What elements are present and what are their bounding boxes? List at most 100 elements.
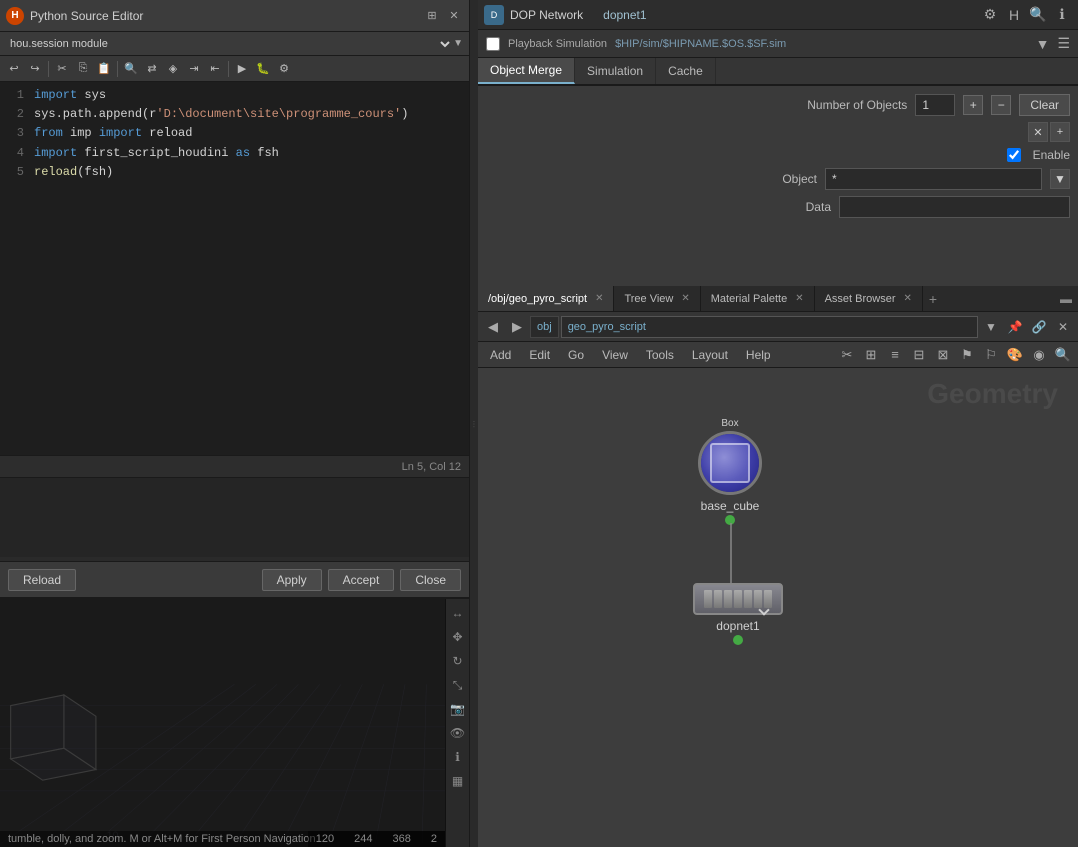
- reload-button[interactable]: Reload: [8, 569, 76, 591]
- enable-checkbox[interactable]: [1007, 148, 1021, 162]
- net-path-dropdown-btn[interactable]: ▼: [980, 316, 1002, 338]
- vp-view-btn[interactable]: 👁: [448, 723, 468, 743]
- net-tab-geo-pyro-close[interactable]: ✕: [595, 293, 603, 304]
- panel-resize-handle[interactable]: ···: [470, 0, 478, 847]
- undo-btn[interactable]: ↩: [4, 59, 24, 79]
- menu-layout[interactable]: Layout: [684, 342, 736, 367]
- net-layout1-icon[interactable]: ⊟: [908, 344, 930, 366]
- net-edit-icon[interactable]: ✂: [836, 344, 858, 366]
- star-btns-row: ✕ +: [486, 122, 1070, 142]
- dop-settings-icon[interactable]: ⚙: [980, 5, 1000, 25]
- net-tab-asset-browser[interactable]: Asset Browser ✕: [815, 286, 923, 311]
- playback-checkbox[interactable]: [486, 37, 500, 51]
- net-flag2-icon[interactable]: ⚐: [980, 344, 1002, 366]
- dop-search-icon[interactable]: 🔍: [1028, 5, 1048, 25]
- node-circle-base-cube[interactable]: [698, 431, 762, 495]
- close-button[interactable]: Close: [400, 569, 461, 591]
- copy-btn[interactable]: ⎘: [73, 59, 93, 79]
- indent-btn[interactable]: ⇥: [184, 59, 204, 79]
- star-btn-add[interactable]: +: [1050, 122, 1070, 142]
- net-palette-icon[interactable]: ◉: [1028, 344, 1050, 366]
- net-zoom-icon[interactable]: 🔍: [1052, 344, 1074, 366]
- settings-btn[interactable]: ⚙: [274, 59, 294, 79]
- menu-edit[interactable]: Edit: [521, 342, 558, 367]
- code-editor[interactable]: 1 import sys 2 sys.path.append(r'D:\docu…: [0, 82, 469, 455]
- cut-btn[interactable]: ✂: [52, 59, 72, 79]
- num-objects-minus-btn[interactable]: −: [991, 95, 1011, 115]
- net-tab-menu-btn[interactable]: ▬: [1054, 290, 1078, 308]
- dop-help-icon[interactable]: H: [1004, 5, 1024, 25]
- vp-info-btn[interactable]: ℹ: [448, 747, 468, 767]
- editor-detach-btn[interactable]: ⊞: [423, 7, 441, 25]
- outdent-btn[interactable]: ⇤: [205, 59, 225, 79]
- menu-help[interactable]: Help: [738, 342, 779, 367]
- module-selector-dropdown[interactable]: hou.session module: [6, 37, 453, 51]
- net-color-icon[interactable]: 🎨: [1004, 344, 1026, 366]
- net-tab-tree-view[interactable]: Tree View ✕: [614, 286, 700, 311]
- object-dropdown-btn[interactable]: ▼: [1050, 169, 1070, 189]
- net-tab-geo-pyro[interactable]: /obj/geo_pyro_script ✕: [478, 286, 614, 311]
- net-tab-material-close[interactable]: ✕: [795, 293, 803, 304]
- vp-camera-btn[interactable]: 📷: [448, 699, 468, 719]
- net-tab-material-palette[interactable]: Material Palette ✕: [701, 286, 815, 311]
- network-path-input[interactable]: [561, 316, 978, 338]
- vp-rotate-btn[interactable]: ↻: [448, 651, 468, 671]
- net-layout2-icon[interactable]: ⊠: [932, 344, 954, 366]
- net-path-obj-btn[interactable]: obj: [530, 316, 559, 338]
- menu-add[interactable]: Add: [482, 342, 519, 367]
- houdini-icon: H: [6, 7, 24, 25]
- apply-button[interactable]: Apply: [262, 569, 322, 591]
- paste-btn[interactable]: 📋: [94, 59, 114, 79]
- menu-go[interactable]: Go: [560, 342, 592, 367]
- viewport-tools: ↔ ✥ ↻ ⤡ 📷 👁 ℹ ▦: [445, 599, 469, 847]
- viewport-status-text: tumble, dolly, and zoom. M or Alt+M for …: [8, 833, 319, 845]
- tab-simulation[interactable]: Simulation: [575, 58, 656, 84]
- star-btn-remove[interactable]: ✕: [1028, 122, 1048, 142]
- node-dopnet1[interactable]: dopnet1: [693, 583, 783, 645]
- 3d-viewport[interactable]: 10 ↔ ✥ ↻ ⤡ 📷 👁 ℹ ▦ tumble, dolly, and zo…: [0, 599, 469, 847]
- net-nav-back-btn[interactable]: ◀: [482, 316, 504, 338]
- net-pin-btn[interactable]: 📌: [1004, 316, 1026, 338]
- debug-btn[interactable]: 🐛: [253, 59, 273, 79]
- tab-object-merge[interactable]: Object Merge: [478, 58, 575, 84]
- node-base-cube[interactable]: Box base_cube: [698, 418, 762, 525]
- net-flag1-icon[interactable]: ⚑: [956, 344, 978, 366]
- code-statusbar: Ln 5, Col 12: [0, 455, 469, 477]
- vp-scale-btn[interactable]: ⤡: [448, 675, 468, 695]
- net-list-icon[interactable]: ≡: [884, 344, 906, 366]
- code-line-5: 5 reload(fsh): [4, 163, 465, 182]
- net-tab-tree-close[interactable]: ✕: [681, 293, 689, 304]
- menu-tools[interactable]: Tools: [638, 342, 682, 367]
- editor-close-btn[interactable]: ✕: [445, 7, 463, 25]
- find-btn[interactable]: 🔍: [121, 59, 141, 79]
- node-label-base-cube: base_cube: [701, 499, 760, 513]
- menu-view[interactable]: View: [594, 342, 636, 367]
- node-box-dopnet1[interactable]: [693, 583, 783, 615]
- playback-menu-icon[interactable]: ☰: [1057, 35, 1070, 52]
- data-input[interactable]: [839, 196, 1070, 218]
- net-nav-forward-btn[interactable]: ▶: [506, 316, 528, 338]
- tab-cache[interactable]: Cache: [656, 58, 716, 84]
- num-objects-plus-btn[interactable]: +: [963, 95, 983, 115]
- object-input[interactable]: [825, 168, 1042, 190]
- net-sync-btn[interactable]: 🔗: [1028, 316, 1050, 338]
- playback-dropdown-icon[interactable]: ▼: [1036, 36, 1050, 52]
- dop-info-icon[interactable]: ℹ: [1052, 5, 1072, 25]
- editor-buttons-bar: Reload Apply Accept Close: [0, 561, 469, 597]
- accept-button[interactable]: Accept: [328, 569, 395, 591]
- redo-btn[interactable]: ↪: [25, 59, 45, 79]
- network-canvas[interactable]: Geometry Box base_cube: [478, 368, 1078, 847]
- find-replace-btn[interactable]: ⇄: [142, 59, 162, 79]
- net-tab-asset-close[interactable]: ✕: [904, 293, 912, 304]
- vp-render-btn[interactable]: ▦: [448, 771, 468, 791]
- clear-button[interactable]: Clear: [1019, 94, 1070, 116]
- box-node-bg: [701, 434, 759, 492]
- net-tab-add-btn[interactable]: +: [923, 289, 943, 309]
- run-btn[interactable]: ▶: [232, 59, 252, 79]
- net-grid-icon[interactable]: ⊞: [860, 344, 882, 366]
- net-close-btn[interactable]: ✕: [1052, 316, 1074, 338]
- num-objects-input[interactable]: [915, 94, 955, 116]
- vp-move-btn[interactable]: ✥: [448, 627, 468, 647]
- bookmark-btn[interactable]: ◈: [163, 59, 183, 79]
- vp-handle-btn[interactable]: ↔: [448, 603, 468, 623]
